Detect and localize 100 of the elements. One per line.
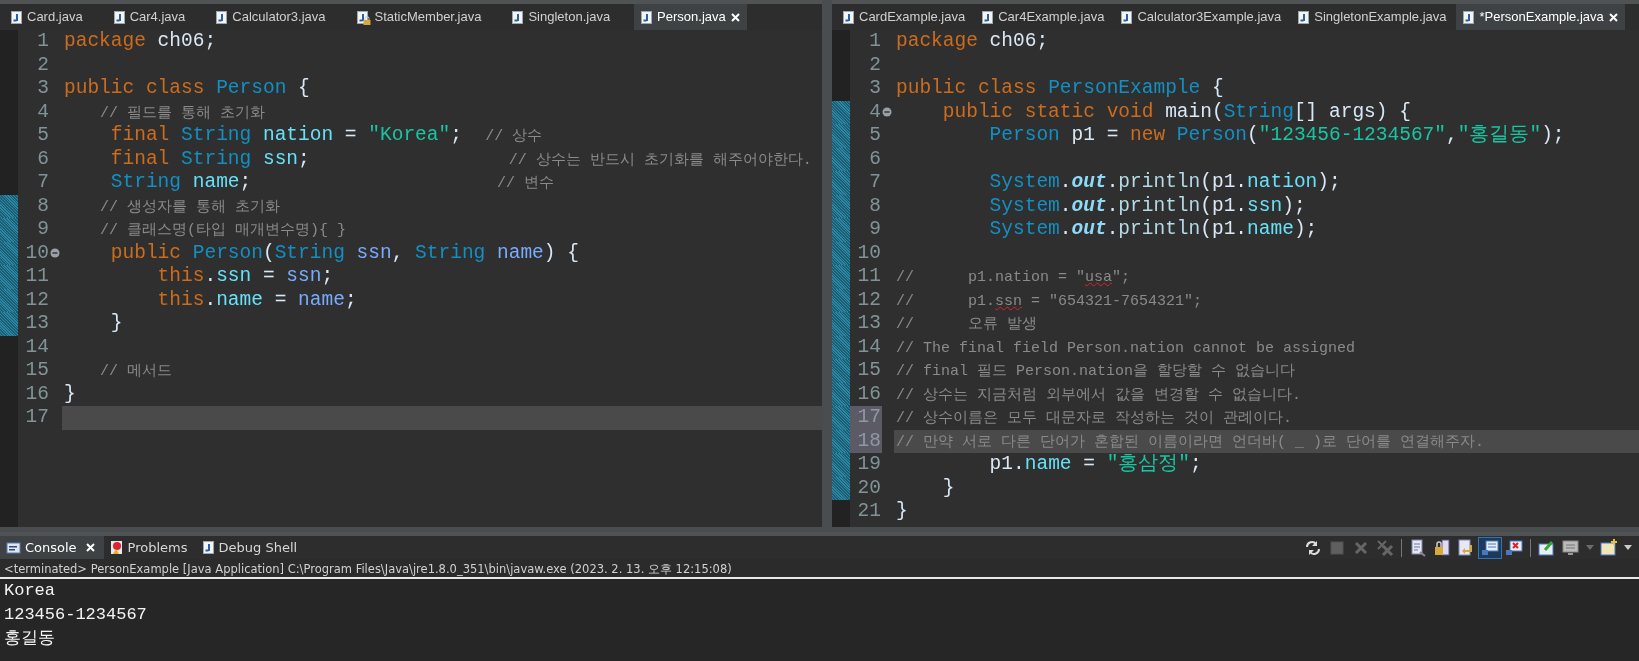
code-token: ( [1247, 124, 1259, 146]
console-icon [1481, 538, 1499, 557]
code-token: // p1.nation = " [896, 269, 1086, 286]
close-icon[interactable] [729, 11, 741, 23]
code-token: new [1130, 124, 1167, 146]
editor-tab[interactable]: StaticMember.java [349, 4, 488, 30]
code-token: // 만약 서로 다른 단어가 혼합된 이름이라면 언더바( _ )로 단어를 연결해주자. [896, 433, 1485, 451]
editor-tab[interactable]: *PersonExample.java [1456, 4, 1625, 30]
code-token: String [274, 241, 346, 264]
code-token: // 상수이름은 모두 대문자로 작성하는 것이 관례이다. [896, 410, 1292, 427]
lock-icon [1433, 538, 1451, 557]
toolbar-button[interactable] [1478, 536, 1502, 559]
code-token: p1 = [1071, 124, 1120, 146]
line-number: 11 [856, 265, 882, 289]
code-token: name [1024, 453, 1072, 475]
code-token: . [1106, 194, 1119, 217]
code-token: println [1118, 171, 1201, 193]
code-token: name [216, 288, 263, 311]
code-token: out [1071, 194, 1107, 217]
code-token: package [64, 30, 146, 52]
file-icon [1297, 9, 1311, 25]
stop-icon [1328, 538, 1346, 557]
code-token: } [109, 312, 123, 334]
editor-tab[interactable]: CardExample.java [836, 4, 972, 30]
editor-tab[interactable]: Calculator3.java [209, 4, 332, 30]
code-token: ; [298, 147, 311, 170]
code-token: println [1118, 218, 1201, 240]
line-number: 5 [36, 124, 50, 148]
line-number: 6 [36, 147, 50, 171]
code-token: ssn [286, 265, 322, 287]
line-number: 9 [36, 218, 50, 242]
code-token: (p1. [1200, 218, 1248, 240]
code-token: . [204, 265, 217, 287]
line-number: 10 [856, 241, 882, 265]
pin-icon [1538, 538, 1556, 557]
editor-tab[interactable]: SingletonExample.java [1291, 4, 1453, 30]
code-token: String [109, 171, 183, 193]
code-token: // 오류 발생 [896, 316, 1037, 333]
code-token: "홍길동" [1457, 124, 1542, 146]
line-number: 5 [868, 124, 882, 148]
code-token: Person [988, 124, 1061, 146]
line-number: 17 [24, 406, 50, 430]
view-tab[interactable]: Debug Shell [195, 536, 306, 559]
code-token: final [109, 147, 171, 170]
close-icon[interactable] [84, 542, 96, 553]
code-token: // 상수는 반드시 초기화를 해주어야한다. [508, 151, 812, 169]
caret-icon [1624, 545, 1632, 550]
code-token: public static void [941, 100, 1155, 123]
line-number: 3 [868, 77, 882, 101]
monitor-icon [1562, 538, 1580, 557]
code-token: // 상수는 지금처럼 외부에서 값을 변경할 수 없습니다. [896, 386, 1301, 404]
code-token: Person [192, 241, 263, 264]
code-token: name [298, 288, 345, 311]
console-error-icon [1505, 538, 1523, 557]
line-number: 12 [856, 288, 882, 312]
close-icon[interactable] [1607, 11, 1619, 23]
code-token: // 필드를 통해 초기화 [99, 104, 265, 122]
collapse-icon[interactable] [50, 248, 60, 259]
code-token: . [1106, 218, 1119, 240]
collapse-icon[interactable] [882, 107, 892, 118]
code-token: println [1118, 194, 1201, 217]
editor-tab[interactable]: Car4Example.java [975, 4, 1111, 30]
code-token: ; [239, 171, 253, 193]
file-icon [842, 9, 855, 25]
line-number: 15 [856, 359, 882, 383]
editor-tab[interactable]: Person.java [634, 4, 747, 30]
code-token: } [64, 382, 76, 405]
code-token: ssn [262, 147, 299, 170]
editor-tab[interactable]: Card.java [4, 4, 89, 30]
line-number: 1 [868, 30, 882, 54]
editor-tab[interactable]: Car4.java [106, 4, 192, 30]
line-number: 16 [856, 382, 882, 406]
line-number: 7 [868, 171, 882, 195]
code-token: "123456-1234567" [1258, 124, 1446, 146]
code-token: [] args) { [1293, 100, 1411, 123]
line-number: 16 [24, 382, 50, 406]
line-number: 6 [868, 147, 882, 171]
code-token: System [988, 171, 1060, 193]
console-status-text: <terminated> PersonExample [Java Application] C:\Program Files\Java\jre1.8.0_351\bin\javaw.exe (2023. 2. 13. 오후 12:15:08) [0, 559, 1639, 579]
lock-icon [362, 15, 371, 25]
code-token: // The final field Person.nation cannot be assigned [896, 339, 1356, 357]
code-token: System [988, 194, 1060, 217]
code-token: ; [1190, 453, 1202, 475]
editor-tab[interactable]: Singleton.java [505, 4, 617, 30]
code-token: name [192, 171, 240, 193]
code-token: // final 필드 Person.nation을 할당할 수 없습니다 [896, 363, 1296, 380]
code-token: ; [344, 288, 357, 311]
code-token: this [156, 288, 205, 311]
line-number: 19 [856, 453, 882, 477]
code-token: = [1082, 453, 1096, 475]
view-tab[interactable]: Problems [103, 536, 196, 559]
console-icon [6, 540, 21, 555]
code-token: ( [262, 241, 275, 264]
code-token: ); [1293, 218, 1318, 240]
code-token: , [1446, 124, 1458, 146]
line-number: 13 [24, 312, 50, 336]
problems-icon [109, 540, 124, 555]
view-tab[interactable]: Console [0, 536, 104, 559]
code-token: PersonExample [1048, 77, 1201, 99]
editor-tab[interactable]: Calculator3Example.java [1114, 4, 1288, 30]
